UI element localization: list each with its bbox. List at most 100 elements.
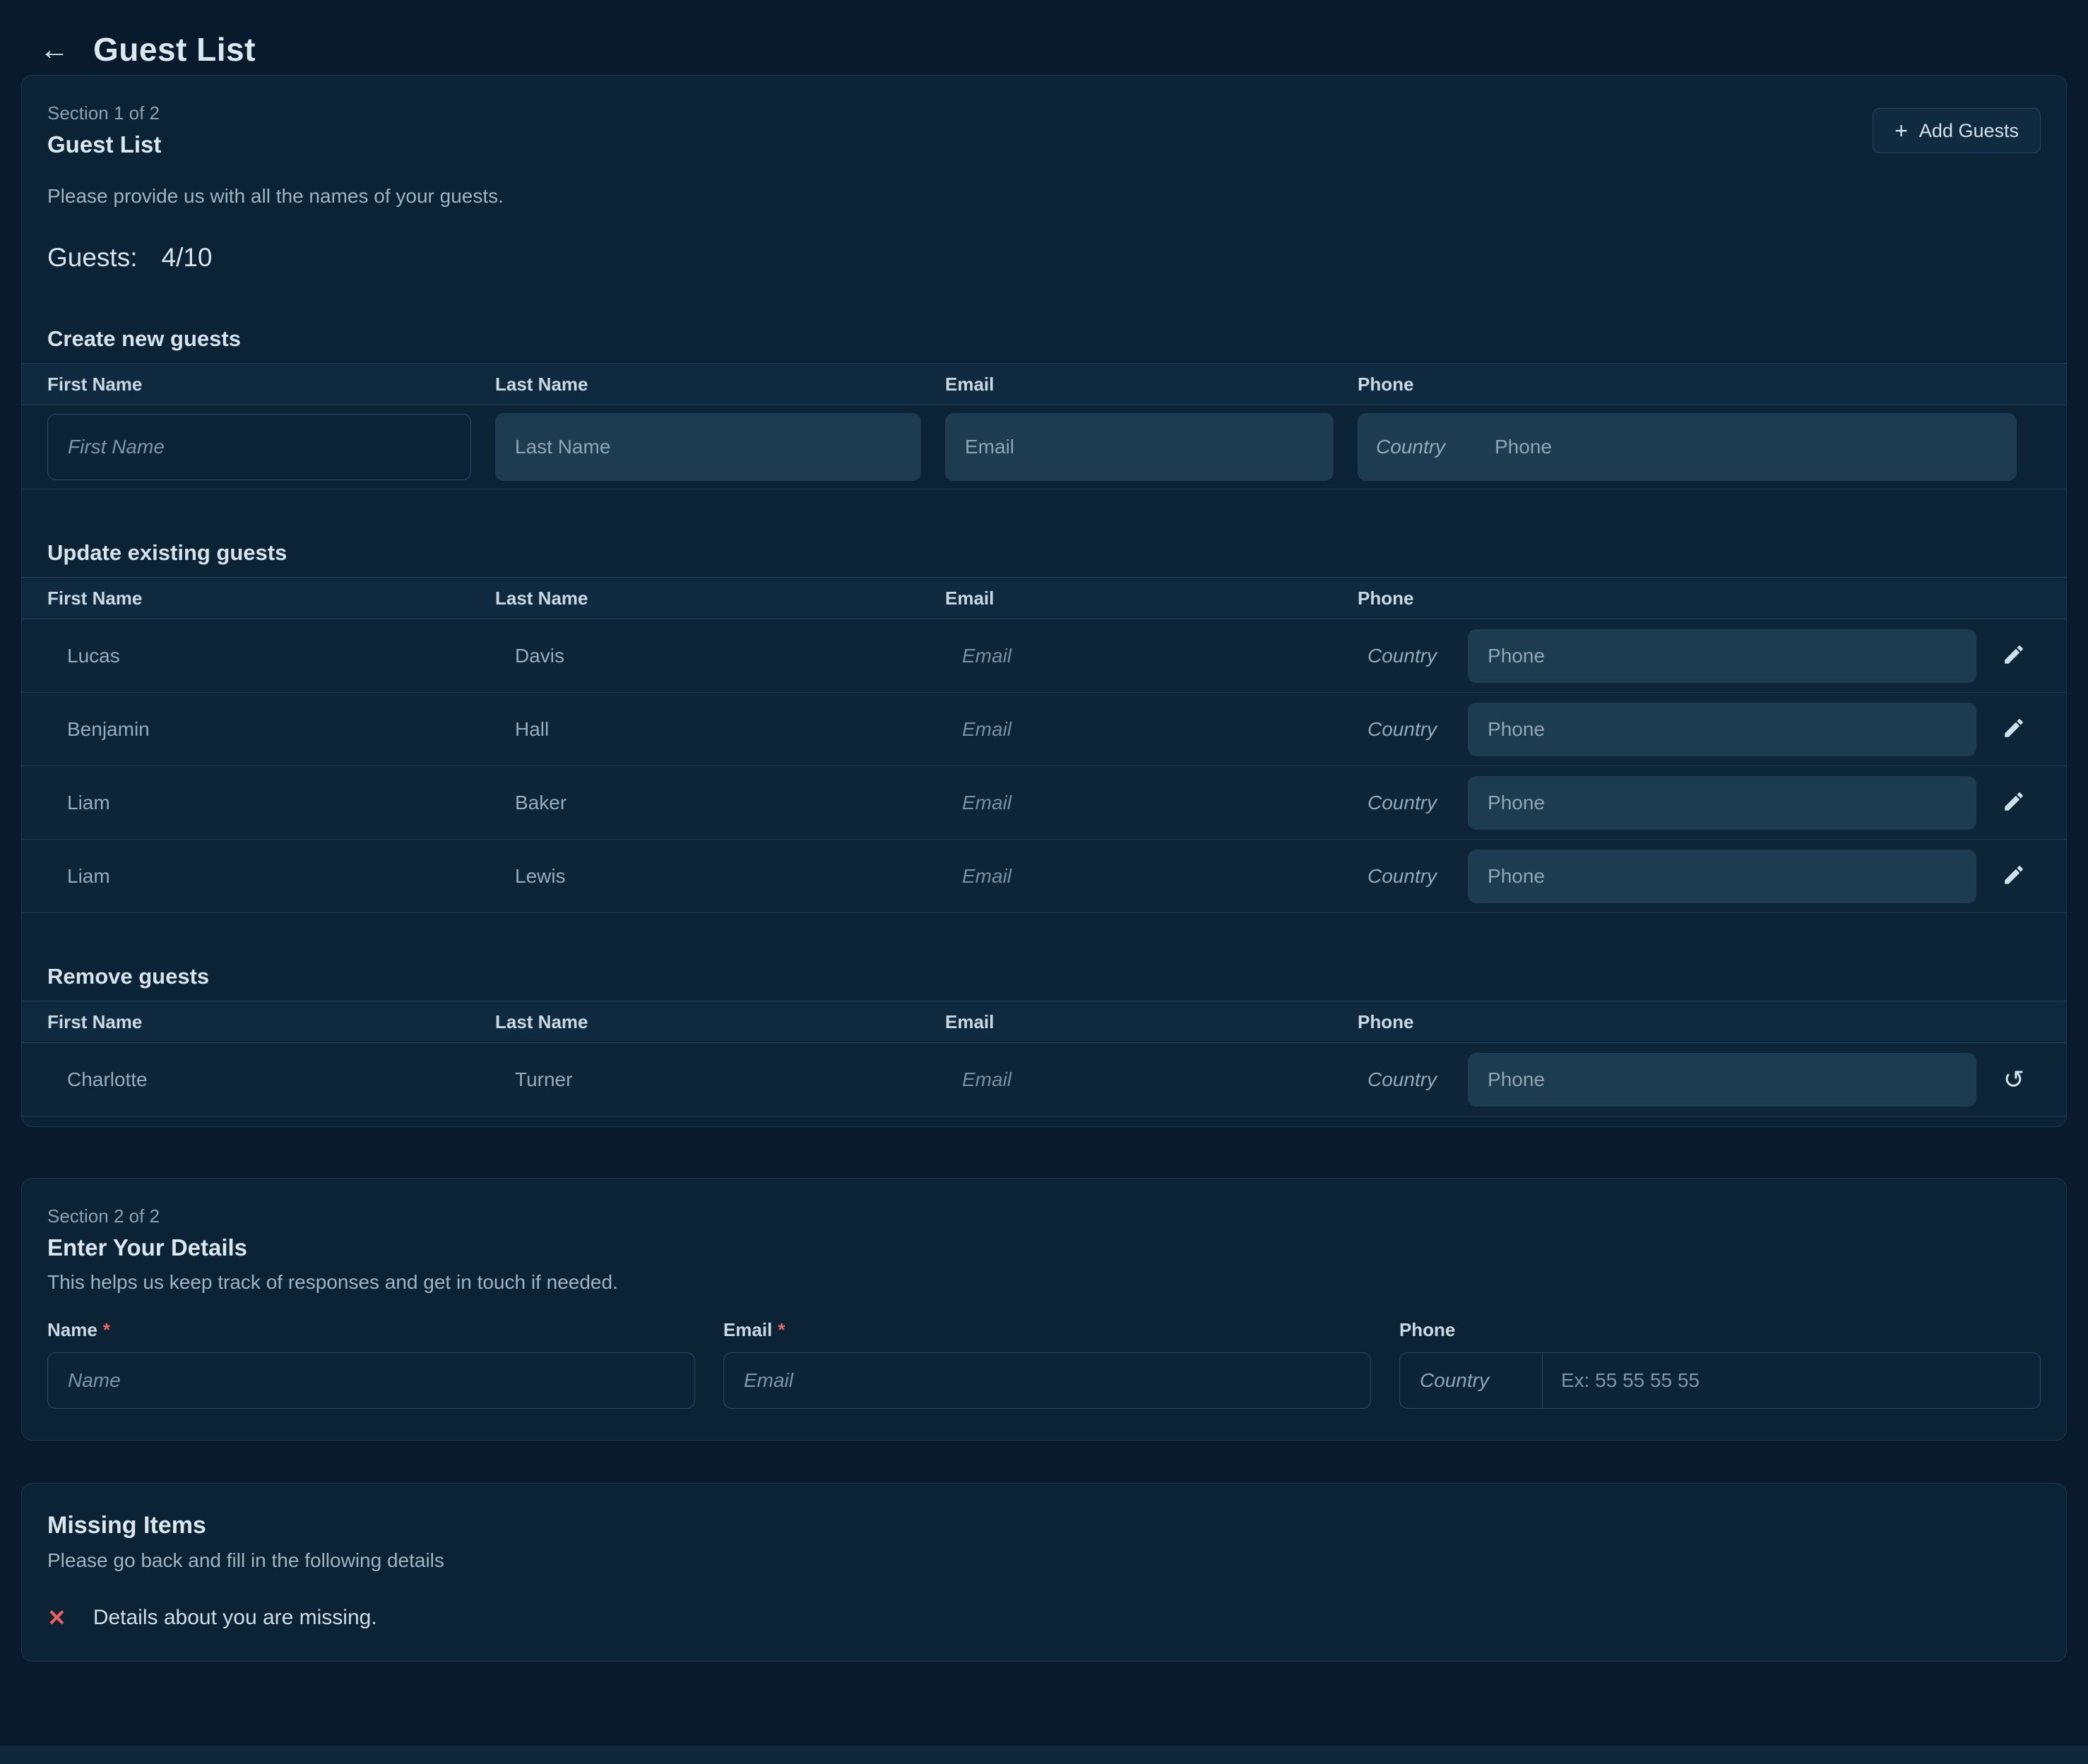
missing-item-text: Details about you are missing. (93, 1606, 377, 1630)
section1-description: Please provide us with all the names of … (47, 185, 2041, 208)
new-phone-input[interactable] (1493, 413, 2017, 481)
col-phone: Phone (1358, 588, 2041, 609)
pencil-icon (2002, 716, 2026, 742)
section2-description: This helps us keep track of responses an… (47, 1271, 2041, 1294)
required-asterisk: * (103, 1319, 110, 1340)
guest-phone-input[interactable] (1468, 850, 1976, 903)
guest-country-select[interactable]: Country (1358, 792, 1437, 814)
phone-field[interactable] (1543, 1353, 2040, 1408)
phone-group: Country (1399, 1352, 2041, 1409)
pencil-icon (2002, 863, 2026, 889)
update-guest-row: Benjamin Hall Country (22, 693, 2066, 766)
guest-phone-input[interactable] (1468, 1053, 1976, 1107)
guest-country-select[interactable]: Country (1358, 1068, 1437, 1091)
name-label: Name* (47, 1319, 695, 1341)
new-country-select[interactable]: Country (1358, 436, 1493, 458)
pencil-icon (2002, 643, 2026, 669)
missing-items-card: Missing Items Please go back and fill in… (21, 1483, 2067, 1662)
create-guest-row: Country (22, 405, 2066, 489)
new-last-name-input[interactable] (495, 413, 921, 481)
new-first-name-input[interactable] (47, 414, 471, 480)
section1-card: + Add Guests Section 1 of 2 Guest List P… (21, 75, 2067, 1127)
guest-email-input[interactable] (945, 717, 1293, 741)
plus-icon: + (1894, 119, 1908, 142)
col-last-name: Last Name (495, 588, 945, 609)
update-guest-row: Liam Lewis Country (22, 840, 2066, 913)
guest-first-name: Liam (47, 865, 495, 888)
edit-guest-button[interactable] (1991, 780, 2036, 826)
guest-last-name: Davis (495, 645, 945, 667)
new-email-input[interactable] (945, 413, 1334, 481)
guest-first-name: Benjamin (47, 718, 495, 741)
remove-table-header: First Name Last Name Email Phone (22, 1001, 2066, 1043)
col-first-name: First Name (47, 588, 495, 609)
guests-label: Guests: (47, 243, 138, 273)
guest-phone-input[interactable] (1468, 776, 1976, 830)
guest-email-input[interactable] (945, 644, 1293, 668)
missing-items-subtitle: Please go back and fill in the following… (47, 1549, 2041, 1572)
pencil-icon (2002, 789, 2026, 816)
required-asterisk: * (778, 1319, 785, 1340)
guest-country-select[interactable]: Country (1358, 865, 1437, 888)
update-guests-heading: Update existing guests (22, 540, 2066, 577)
section1-label: Section 1 of 2 (47, 76, 2041, 124)
error-x-icon: ✕ (47, 1607, 66, 1629)
update-table-header: First Name Last Name Email Phone (22, 577, 2066, 619)
guest-last-name: Turner (495, 1068, 945, 1091)
page-header: ← Guest List (0, 0, 2088, 71)
col-email: Email (945, 588, 1358, 609)
guest-first-name: Liam (47, 792, 495, 814)
guest-last-name: Lewis (495, 865, 945, 888)
guest-phone-input[interactable] (1468, 629, 1976, 683)
country-select[interactable]: Country (1400, 1353, 1543, 1408)
page-title: Guest List (93, 30, 256, 68)
guest-first-name: Lucas (47, 645, 495, 667)
footer-strip (0, 1746, 2088, 1764)
col-last-name: Last Name (495, 374, 945, 395)
email-field[interactable] (723, 1352, 1371, 1409)
section1-title: Guest List (47, 131, 2041, 158)
guest-email-input[interactable] (945, 791, 1293, 815)
col-email: Email (945, 374, 1358, 395)
your-details-form: Name* Email* Phone Country (22, 1319, 2066, 1409)
guest-first-name: Charlotte (47, 1068, 495, 1091)
guest-email-input[interactable] (945, 1068, 1293, 1092)
guests-count: 4/10 (162, 243, 213, 273)
create-guests-heading: Create new guests (22, 326, 2066, 363)
guest-country-select[interactable]: Country (1358, 718, 1437, 741)
col-last-name: Last Name (495, 1011, 945, 1033)
section2-card: Section 2 of 2 Enter Your Details This h… (21, 1178, 2067, 1441)
phone-label: Phone (1399, 1319, 2041, 1341)
guests-counter: Guests: 4/10 (47, 243, 2041, 273)
guest-email-input[interactable] (945, 864, 1293, 888)
section2-title: Enter Your Details (47, 1234, 2041, 1261)
col-phone: Phone (1358, 1011, 2041, 1033)
restore-guest-button[interactable]: ↺ (1991, 1057, 2036, 1102)
edit-guest-button[interactable] (1991, 633, 2036, 679)
new-phone-group: Country (1358, 413, 2017, 481)
col-email: Email (945, 1011, 1358, 1033)
guest-list-page: { "colors": { "error": "#ef5f5f", "requi… (0, 0, 2088, 1764)
guest-country-select[interactable]: Country (1358, 645, 1437, 667)
section2-label: Section 2 of 2 (47, 1179, 2041, 1227)
guest-last-name: Hall (495, 718, 945, 741)
undo-icon: ↺ (2003, 1067, 2024, 1092)
edit-guest-button[interactable] (1991, 854, 2036, 899)
col-phone: Phone (1358, 374, 2041, 395)
update-guest-row: Lucas Davis Country (22, 619, 2066, 693)
guest-last-name: Baker (495, 792, 945, 814)
guest-phone-input[interactable] (1468, 703, 1976, 756)
missing-item: ✕ Details about you are missing. (47, 1606, 2041, 1630)
name-field[interactable] (47, 1352, 695, 1409)
add-guests-label: Add Guests (1919, 120, 2019, 142)
remove-guest-row: Charlotte Turner Country ↺ (22, 1043, 2066, 1116)
add-guests-button[interactable]: + Add Guests (1873, 108, 2041, 153)
remove-guests-heading: Remove guests (22, 964, 2066, 1001)
col-first-name: First Name (47, 374, 495, 395)
update-guest-row: Liam Baker Country (22, 766, 2066, 840)
edit-guest-button[interactable] (1991, 707, 2036, 752)
create-table-header: First Name Last Name Email Phone (22, 363, 2066, 405)
email-label: Email* (723, 1319, 1371, 1341)
col-first-name: First Name (47, 1011, 495, 1033)
back-arrow-icon[interactable]: ← (40, 35, 69, 64)
